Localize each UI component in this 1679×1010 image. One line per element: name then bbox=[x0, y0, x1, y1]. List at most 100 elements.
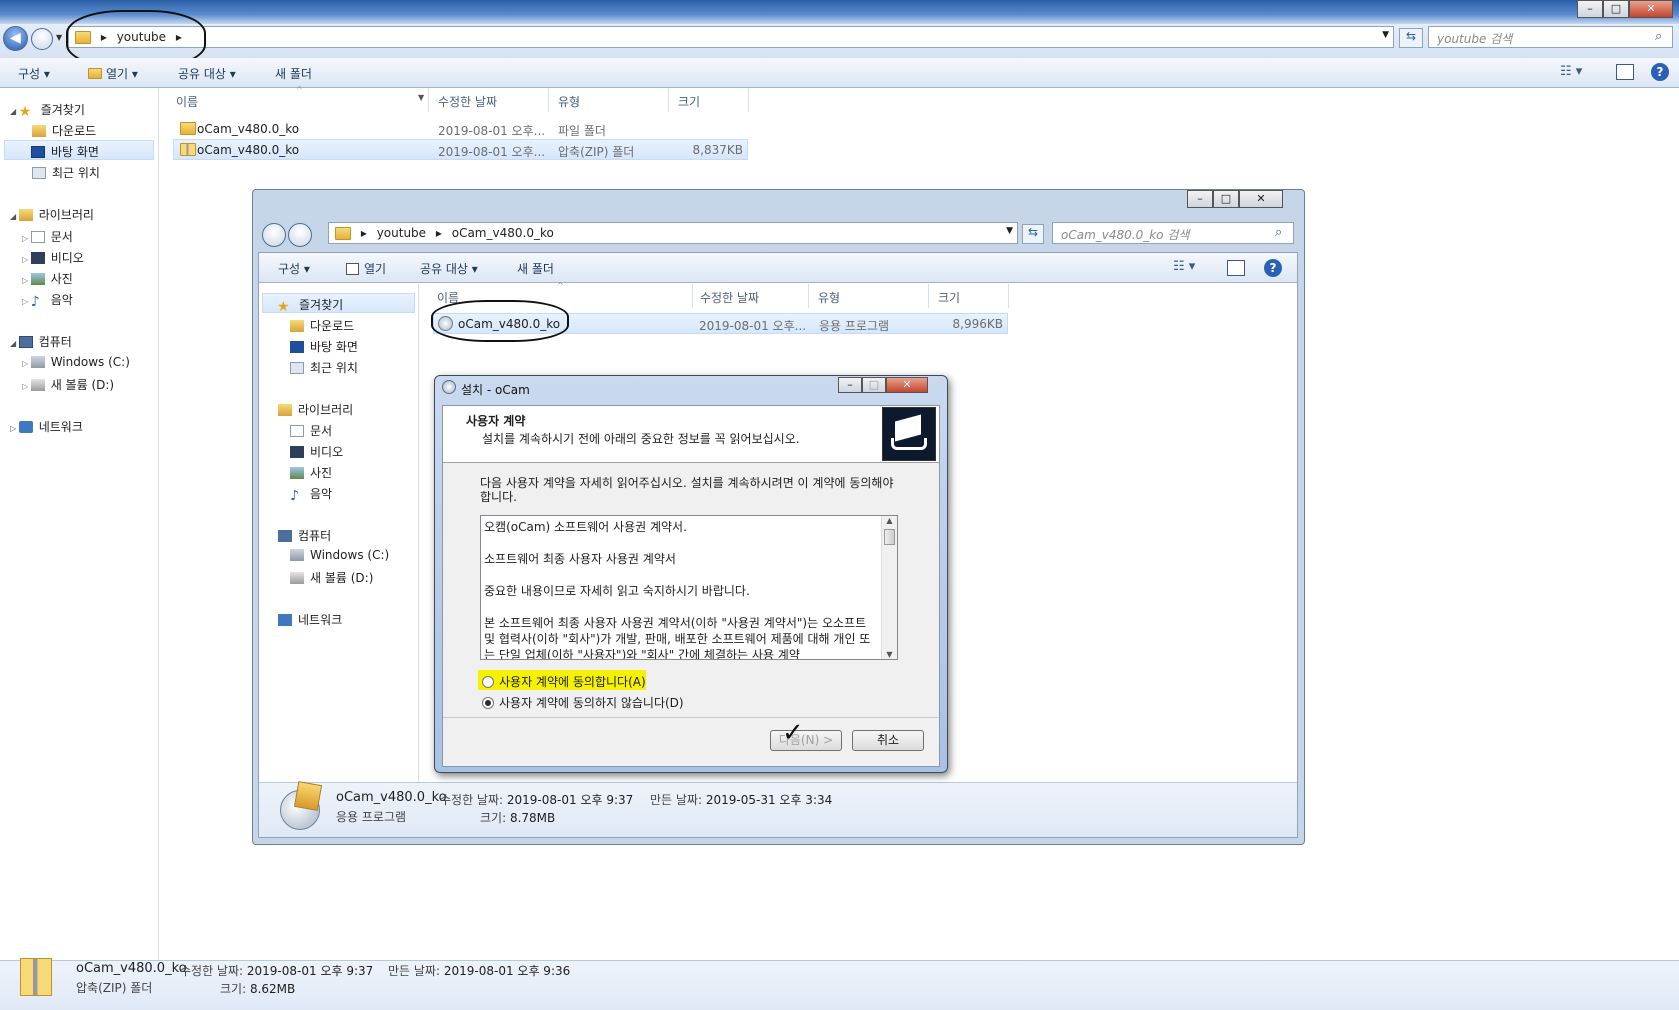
inner-sidebar-item-pictures[interactable]: 사진 bbox=[290, 464, 332, 481]
inner-minimize-button[interactable]: – bbox=[1187, 190, 1213, 208]
view-options-icon[interactable]: ☷ ▾ bbox=[1173, 259, 1195, 274]
inner-sidebar-item-videos[interactable]: 비디오 bbox=[290, 443, 343, 460]
column-header-size[interactable]: 크기 bbox=[678, 93, 700, 110]
back-icon[interactable]: ◀ bbox=[3, 26, 28, 51]
pictures-icon bbox=[290, 467, 304, 479]
sidebar-computer[interactable]: ◢ 컴퓨터 bbox=[10, 333, 72, 350]
inner-sidebar-network[interactable]: 네트워크 bbox=[278, 611, 342, 628]
videos-icon bbox=[290, 446, 304, 458]
file-row-selected[interactable]: oCam_v480.0_ko 2019-08-01 오후... 압축(ZIP) … bbox=[173, 139, 748, 160]
recent-pages-chevron-icon[interactable]: ▼ bbox=[56, 33, 62, 42]
inner-sidebar-computer[interactable]: 컴퓨터 bbox=[278, 527, 331, 544]
agree-radio[interactable]: 사용자 계약에 동의합니다(A) bbox=[482, 673, 646, 690]
dialog-maximize-button[interactable]: □ bbox=[862, 377, 886, 393]
open-icon bbox=[346, 263, 359, 275]
preview-pane-icon[interactable] bbox=[1616, 64, 1634, 80]
column-header-type[interactable]: 유형 bbox=[558, 93, 580, 110]
inner-address-box[interactable]: ▸ youtube ▸ oCam_v480.0_ko ▼ bbox=[328, 222, 1018, 244]
inner-sidebar-item-music[interactable]: ♪ 음악 bbox=[290, 485, 332, 504]
license-textbox[interactable]: 오캠(oCam) 소프트웨어 사용권 계약서. 소프트웨어 최종 사용자 사용권… bbox=[480, 515, 898, 660]
forward-icon[interactable] bbox=[31, 28, 53, 50]
column-divider bbox=[808, 284, 809, 308]
outer-address-box[interactable]: ▸ youtube ▸ ▼ bbox=[68, 26, 1394, 48]
inner-close-button[interactable]: ✕ bbox=[1239, 190, 1283, 208]
preview-pane-icon[interactable] bbox=[1227, 260, 1245, 276]
open-icon bbox=[88, 68, 102, 79]
disagree-radio[interactable]: 사용자 계약에 동의하지 않습니다(D) bbox=[482, 694, 684, 711]
sidebar-divider bbox=[158, 88, 159, 960]
setup-app-icon bbox=[442, 380, 456, 394]
sidebar-item-recent[interactable]: 최근 위치 bbox=[32, 164, 100, 181]
help-icon[interactable]: ? bbox=[1264, 259, 1282, 277]
sidebar-item-downloads[interactable]: 다운로드 bbox=[32, 122, 96, 139]
dialog-close-button[interactable]: ✕ bbox=[886, 377, 928, 393]
column-filter-icon[interactable]: ▼ bbox=[418, 93, 424, 102]
desktop-icon bbox=[290, 341, 304, 353]
open-button[interactable]: 열기 ▾ bbox=[88, 65, 138, 82]
sidebar-libraries[interactable]: ◢ 라이브러리 bbox=[10, 206, 94, 223]
license-scrollbar[interactable]: ▲ ▼ bbox=[881, 516, 897, 659]
inner-open-button[interactable]: 열기 bbox=[346, 260, 386, 277]
inner-sidebar-item-desktop[interactable]: 바탕 화면 bbox=[290, 338, 358, 355]
sidebar-item-music[interactable]: ▷ ♪ 음악 bbox=[22, 291, 73, 310]
search-icon[interactable]: ⌕ bbox=[1655, 29, 1662, 44]
inner-sidebar-item-documents[interactable]: 문서 bbox=[290, 422, 332, 439]
column-header-size[interactable]: 크기 bbox=[938, 289, 960, 306]
inner-sidebar-favorites[interactable]: ★ 즐겨찾기 bbox=[262, 293, 415, 315]
breadcrumb-ocam[interactable]: oCam_v480.0_ko bbox=[452, 226, 554, 240]
view-options-icon[interactable]: ☷ ▾ bbox=[1560, 64, 1582, 79]
scroll-down-icon[interactable]: ▼ bbox=[882, 650, 897, 659]
file-date: 2019-08-01 오후... bbox=[438, 145, 546, 159]
sidebar-item-videos[interactable]: ▷ 비디오 bbox=[22, 249, 84, 266]
search-icon[interactable]: ⌕ bbox=[1275, 225, 1282, 240]
organize-button[interactable]: 구성 ▾ bbox=[18, 65, 50, 82]
help-icon[interactable]: ? bbox=[1651, 63, 1669, 81]
column-divider bbox=[1008, 284, 1009, 308]
network-icon bbox=[278, 614, 292, 626]
sidebar-network[interactable]: ▷ 네트워크 bbox=[10, 418, 83, 435]
scroll-thumb[interactable] bbox=[884, 529, 895, 545]
inner-new-folder-button[interactable]: 새 폴더 bbox=[517, 260, 554, 277]
sidebar-item-pictures[interactable]: ▷ 사진 bbox=[22, 270, 73, 287]
inner-sidebar-libraries[interactable]: 라이브러리 bbox=[278, 401, 353, 418]
library-icon bbox=[278, 404, 292, 416]
sidebar-item-drive-d[interactable]: ▷ 새 볼륨 (D:) bbox=[22, 376, 114, 393]
music-icon: ♪ bbox=[290, 488, 299, 504]
sidebar-favorites[interactable]: ◢ ★ 즐겨찾기 bbox=[10, 101, 85, 120]
column-header-date[interactable]: 수정한 날짜 bbox=[700, 289, 759, 306]
address-dropdown-icon[interactable]: ▼ bbox=[1006, 226, 1013, 236]
inner-organize-button[interactable]: 구성 ▾ bbox=[278, 260, 310, 277]
new-folder-button[interactable]: 새 폴더 bbox=[275, 65, 312, 82]
inner-search-input[interactable]: oCam_v480.0_ko 검색 bbox=[1052, 222, 1294, 244]
share-button[interactable]: 공유 대상 ▾ bbox=[178, 65, 236, 82]
inner-back-icon[interactable] bbox=[262, 223, 286, 247]
address-dropdown-icon[interactable]: ▼ bbox=[1382, 30, 1389, 40]
column-divider bbox=[748, 88, 749, 112]
sidebar-item-drive-c[interactable]: ▷ Windows (C:) bbox=[22, 355, 130, 369]
outer-search-input[interactable]: youtube 검색 bbox=[1428, 26, 1673, 48]
breadcrumb-youtube[interactable]: youtube bbox=[377, 226, 426, 240]
inner-maximize-button[interactable]: □ bbox=[1213, 190, 1239, 208]
inner-forward-icon[interactable] bbox=[288, 223, 312, 247]
column-header-name[interactable]: 이름 bbox=[176, 93, 198, 110]
column-header-date[interactable]: 수정한 날짜 bbox=[438, 93, 497, 110]
inner-sidebar-item-recent[interactable]: 최근 위치 bbox=[290, 359, 358, 376]
file-row[interactable]: oCam_v480.0_ko 2019-08-01 오후... 파일 폴더 bbox=[173, 118, 748, 139]
inner-share-button[interactable]: 공유 대상 ▾ bbox=[420, 260, 478, 277]
inner-sidebar-item-drive-d[interactable]: 새 볼륨 (D:) bbox=[290, 569, 373, 586]
outer-maximize-button[interactable]: □ bbox=[1603, 0, 1629, 18]
dialog-minimize-button[interactable]: – bbox=[838, 377, 862, 393]
cancel-button[interactable]: 취소 bbox=[852, 730, 924, 751]
sidebar-item-documents[interactable]: ▷ 문서 bbox=[22, 228, 73, 245]
outer-minimize-button[interactable]: – bbox=[1577, 0, 1603, 18]
status-created: 만든 날짜: 2019-08-01 오후 9:36 bbox=[388, 964, 571, 978]
inner-refresh-icon[interactable]: ⇆ bbox=[1022, 224, 1044, 244]
outer-close-button[interactable]: ✕ bbox=[1629, 0, 1673, 18]
scroll-up-icon[interactable]: ▲ bbox=[882, 516, 897, 525]
inner-sidebar-item-downloads[interactable]: 다운로드 bbox=[290, 317, 354, 334]
sidebar-item-desktop[interactable]: 바탕 화면 bbox=[4, 140, 154, 160]
column-header-type[interactable]: 유형 bbox=[818, 289, 840, 306]
inner-sidebar-item-drive-c[interactable]: Windows (C:) bbox=[290, 548, 389, 562]
refresh-icon[interactable]: ⇆ bbox=[1399, 28, 1423, 48]
next-button[interactable]: 다음(N) > bbox=[770, 730, 842, 751]
